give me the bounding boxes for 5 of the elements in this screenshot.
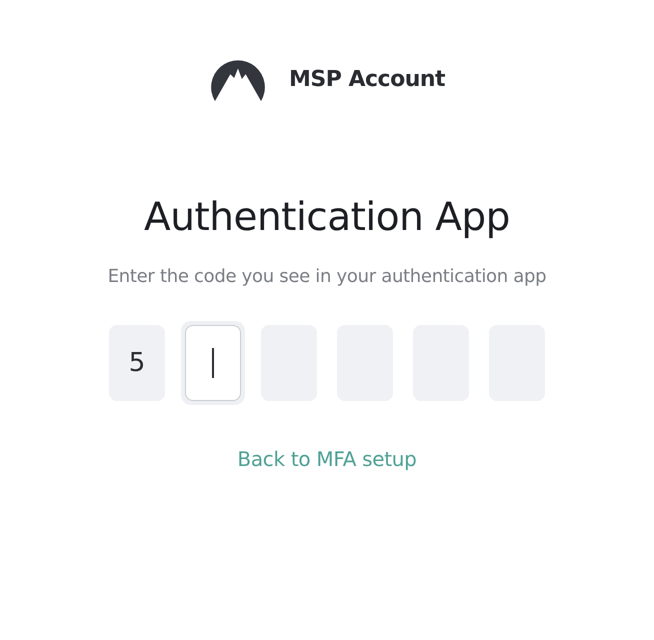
code-digit-field[interactable]: 5 [109,325,165,401]
code-digit-field[interactable] [185,325,241,401]
brand-name: MSP Account [288,66,446,92]
instruction-text: Enter the code you see in your authentication app [108,266,546,287]
page-title: Authentication App [144,195,510,240]
